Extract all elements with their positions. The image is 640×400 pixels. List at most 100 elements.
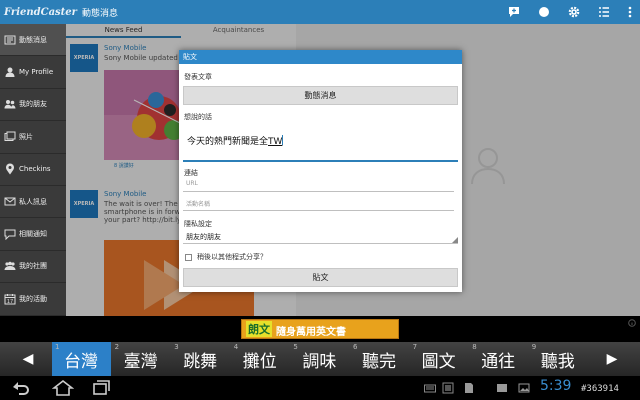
home-icon[interactable]: [52, 379, 74, 397]
gear-icon[interactable]: [568, 6, 580, 18]
sidebar-item-profile[interactable]: My Profile: [0, 56, 66, 89]
sidebar-item-label: 我的活動: [19, 294, 47, 303]
dropdown-corner-icon: [452, 237, 458, 243]
sidebar-item-label: My Profile: [19, 68, 54, 77]
privacy-select[interactable]: 朋友的朋友: [183, 231, 458, 244]
candidate-item[interactable]: 1 台灣: [52, 342, 111, 376]
candidate-item[interactable]: 2 臺灣: [112, 342, 171, 376]
overflow-menu-icon[interactable]: [628, 6, 632, 18]
recent-apps-icon[interactable]: [90, 379, 112, 397]
sidebar-item-news[interactable]: 動態消息: [0, 24, 66, 57]
events-icon: 17: [4, 293, 16, 305]
candidate-number: 1: [55, 343, 60, 351]
candidate-text: 台灣: [64, 352, 98, 372]
ad-text: 隨身萬用英文書: [276, 327, 346, 338]
messages-icon: [4, 197, 16, 206]
sidebar-item-label: 我的朋友: [19, 100, 47, 109]
message-input[interactable]: 今天的熱門新聞是全TW: [183, 122, 458, 162]
candidate-item[interactable]: 7 圖文: [410, 342, 469, 376]
list-menu-icon[interactable]: [598, 6, 610, 18]
sidebar-item-label: 動態消息: [19, 35, 47, 44]
candidate-number: 9: [531, 343, 537, 351]
sidebar-item-groups[interactable]: 我的社團: [0, 251, 66, 284]
candidate-next-button[interactable]: ▶: [588, 342, 636, 376]
compose-icon[interactable]: [508, 6, 520, 18]
picture-notification-icon: [518, 383, 530, 393]
candidate-item[interactable]: 5 調味: [290, 342, 349, 376]
url-input[interactable]: URL: [183, 180, 454, 192]
candidate-number: 6: [353, 343, 358, 351]
ime-candidate-bar: ◀ 1 台灣 2 臺灣 3 跳舞 4 攤位 5 調味 6 聽完 7 圖文 8 通往 9 聽我 ▶: [0, 342, 640, 376]
sidebar-item-photos[interactable]: 照片: [0, 121, 66, 154]
svg-text:17: 17: [7, 299, 13, 305]
ad-keyword: 朗文: [246, 321, 272, 337]
watermark-id: #363914: [581, 384, 619, 394]
candidate-number: 5: [293, 343, 298, 351]
photos-icon: [4, 131, 16, 141]
candidate-item[interactable]: 9 聽我: [529, 342, 588, 376]
ad-bar: 朗文 隨身萬用英文書: [0, 316, 640, 342]
friends-icon: [4, 100, 16, 109]
candidate-number: 2: [114, 343, 120, 351]
candidate-text: 聽完: [362, 352, 396, 372]
news-icon: [4, 35, 16, 45]
candidate-text: 攤位: [242, 352, 277, 372]
sidebar-item-messages[interactable]: 私人訊息: [0, 186, 66, 219]
candidate-text: 跳舞: [183, 352, 218, 372]
candidate-text: 聽我: [540, 352, 575, 372]
share-later-row[interactable]: 稍後以其他程式分享？: [185, 252, 267, 262]
candidate-text: 調味: [302, 352, 337, 372]
app-brand: FriendCaster: [4, 6, 77, 18]
say-label: 想說的話: [184, 113, 212, 121]
sidebar-item-label: 我的社團: [19, 262, 47, 271]
candidate-prev-button[interactable]: ◀: [4, 342, 52, 376]
back-icon[interactable]: [10, 379, 32, 397]
ad-info-icon[interactable]: [628, 319, 636, 327]
candidate-item[interactable]: 4 攤位: [231, 342, 290, 376]
checkin-icon: [6, 163, 14, 175]
profile-icon: [5, 67, 15, 78]
dialog-title: 貼文: [179, 50, 462, 64]
candidate-item[interactable]: 8 通往: [469, 342, 528, 376]
sidebar-item-notifications[interactable]: 相關通知: [0, 218, 66, 251]
privacy-label: 隱私設定: [184, 220, 212, 228]
candidate-item[interactable]: 3 跳舞: [171, 342, 230, 376]
sidebar-item-friends[interactable]: 我的朋友: [0, 89, 66, 122]
message-text: 今天的熱門新聞是全TW: [187, 135, 284, 147]
candidate-number: 7: [412, 343, 418, 351]
sidebar-nav: 動態消息 My Profile 我的朋友 照片 Checkins 私人訊息 相關…: [0, 24, 66, 316]
status-dot-icon[interactable]: [538, 6, 550, 18]
sidebar-item-label: 相關通知: [19, 230, 47, 239]
event-name-input[interactable]: 活動名稱: [183, 199, 454, 211]
screenshot-icon[interactable]: [442, 382, 454, 394]
ad-banner[interactable]: 朗文 隨身萬用英文書: [241, 319, 399, 339]
sidebar-item-label: Checkins: [19, 165, 51, 174]
sidebar-item-label: 照片: [19, 132, 33, 141]
post-dialog: 貼文 發表文章 動態消息 想說的話 今天的熱門新聞是全TW 連結 URL 活動名…: [179, 50, 462, 292]
keyboard-icon[interactable]: [424, 383, 436, 393]
submit-post-button[interactable]: 貼文: [183, 268, 458, 287]
candidate-text: 圖文: [421, 352, 456, 372]
link-label: 連結: [184, 169, 198, 177]
candidate-text: 臺灣: [123, 352, 158, 372]
text-cursor: [282, 135, 284, 145]
sidebar-item-events[interactable]: 17 我的活動: [0, 283, 66, 316]
candidate-item[interactable]: 6 聽完: [350, 342, 409, 376]
message-composing-text: TW: [268, 137, 283, 147]
candidate-number: 4: [233, 343, 239, 351]
action-bar-icons: [508, 0, 632, 24]
post-to-label: 發表文章: [184, 73, 212, 81]
message-notification-icon: [497, 384, 507, 392]
sidebar-item-checkins[interactable]: Checkins: [0, 154, 66, 186]
post-target-button[interactable]: 動態消息: [183, 86, 458, 105]
share-later-label: 稍後以其他程式分享？: [197, 253, 267, 261]
share-later-checkbox[interactable]: [185, 253, 192, 261]
status-clock[interactable]: 5:39: [540, 378, 571, 394]
candidate-number: 8: [472, 343, 477, 351]
candidate-number: 3: [174, 343, 179, 351]
groups-icon: [4, 262, 16, 271]
system-nav-bar: 5:39: [0, 376, 640, 400]
sd-card-icon: [465, 383, 473, 393]
action-bar: FriendCaster 動態消息: [0, 0, 640, 24]
sidebar-item-label: 私人訊息: [19, 197, 47, 206]
